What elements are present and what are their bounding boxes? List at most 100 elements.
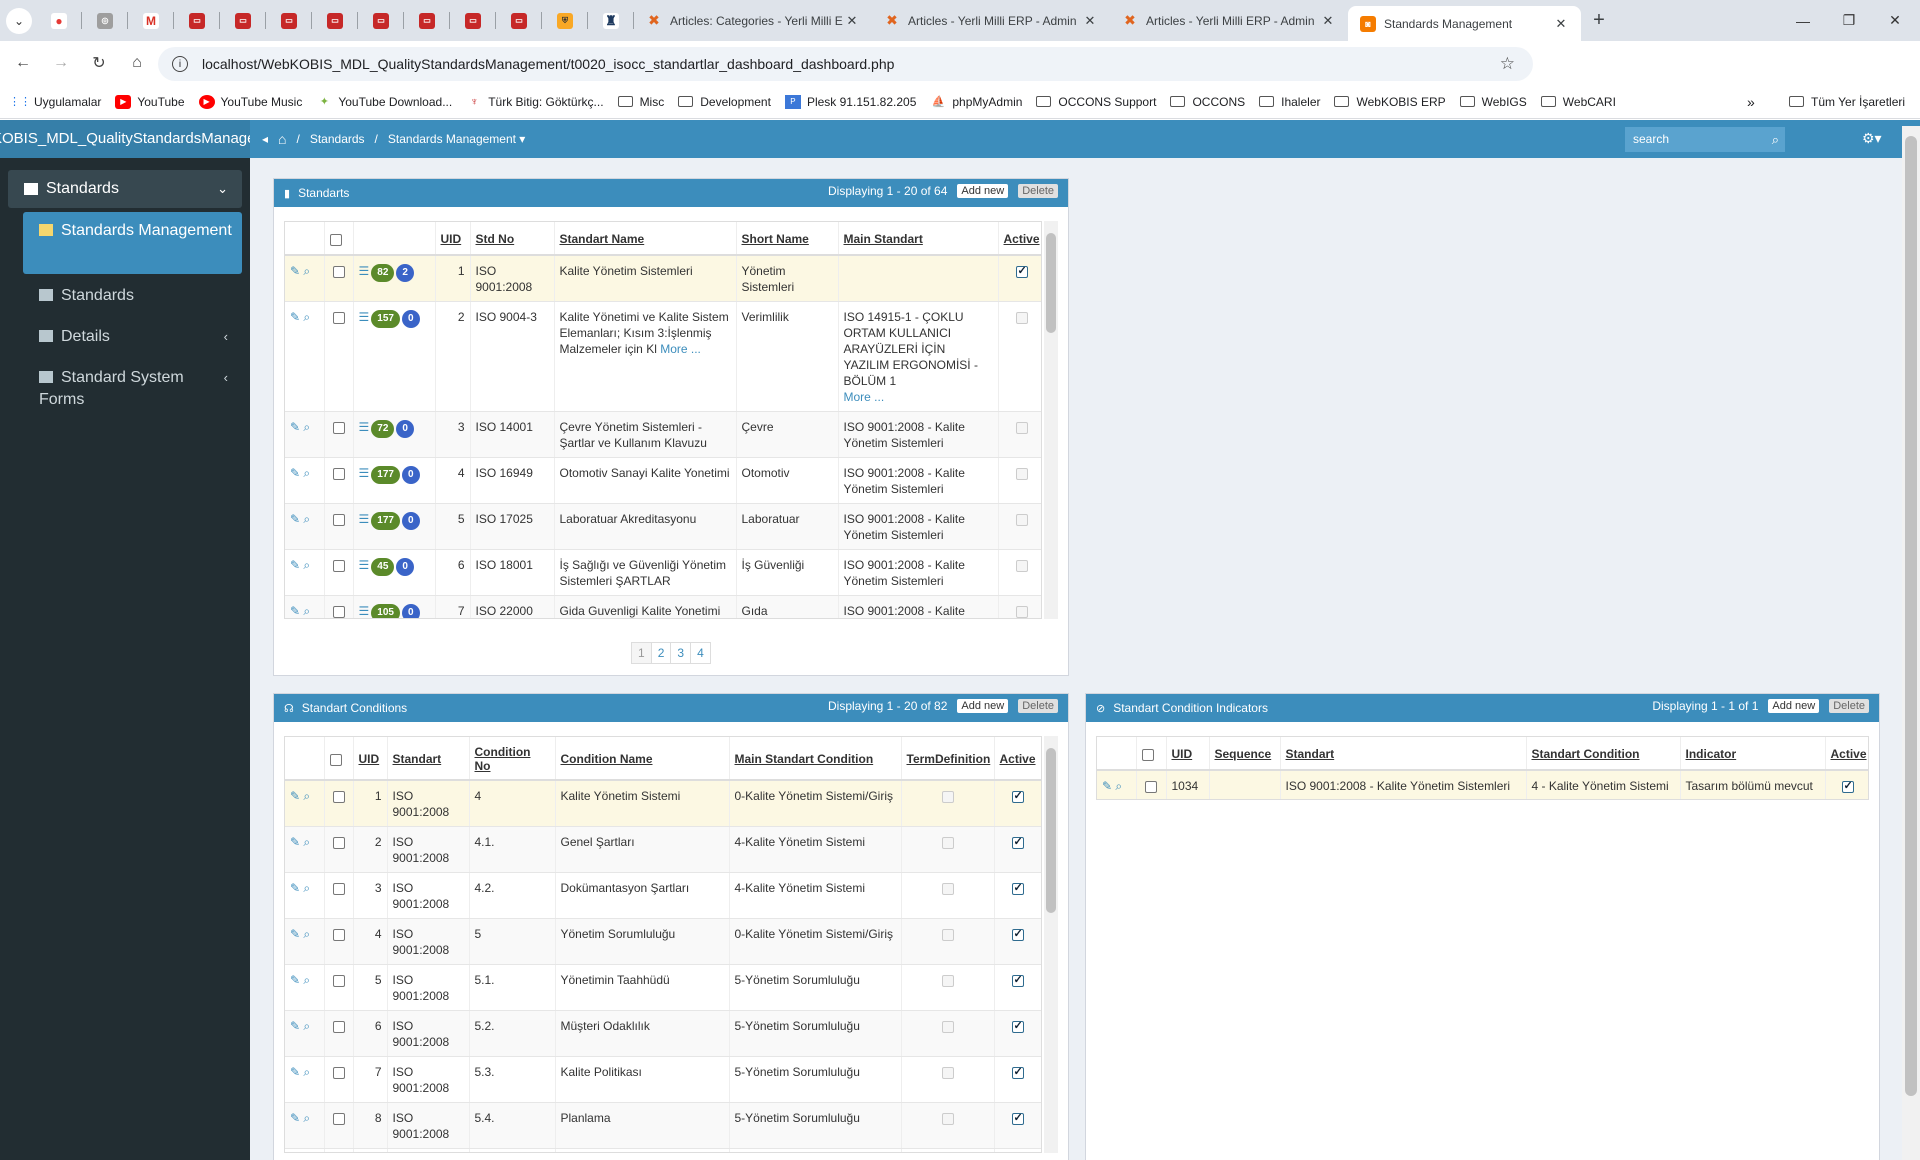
column-header[interactable]: Active xyxy=(998,222,1041,256)
url-bar[interactable]: i localhost/WebKOBIS_MDL_QualityStandard… xyxy=(158,47,1533,81)
list-icon[interactable]: ☰ xyxy=(359,264,370,278)
bookmark-folder-webcari[interactable]: WebCARI xyxy=(1540,95,1616,109)
column-header[interactable]: Condition Name xyxy=(555,737,730,781)
table-row[interactable]: ✎ ⌕ 6 ISO 9001:2008 5.2. Müşteri Odaklılık 5-… xyxy=(285,1010,1041,1057)
column-header[interactable]: Standart xyxy=(387,737,470,781)
page-link[interactable]: 3 xyxy=(670,642,692,664)
edit-pencil-icon[interactable]: ✎ xyxy=(290,466,300,480)
bookmark-folder-occons[interactable]: OCCONS xyxy=(1170,95,1245,109)
edit-pencil-icon[interactable]: ✎ xyxy=(1102,779,1112,793)
browser-tab[interactable]: ✖ Articles - Yerli Milli ERP - Admin ✕ xyxy=(1110,0,1348,41)
row-select-checkbox[interactable] xyxy=(332,513,345,526)
pinned-tab[interactable]: ▭ xyxy=(450,0,496,41)
delete-button[interactable]: Delete xyxy=(1829,699,1869,713)
column-header[interactable]: Std No xyxy=(470,222,555,256)
list-icon[interactable]: ☰ xyxy=(359,512,370,526)
edit-pencil-icon[interactable]: ✎ xyxy=(290,558,300,572)
home-icon[interactable]: ⌂ xyxy=(278,131,286,147)
list-icon[interactable]: ☰ xyxy=(359,604,370,618)
active-checkbox[interactable] xyxy=(1011,1110,1024,1126)
bookmark-youtube-music[interactable]: ▶ YouTube Music xyxy=(198,94,302,109)
row-select-checkbox[interactable] xyxy=(332,882,345,895)
search-icon[interactable]: ⌕ xyxy=(303,1111,310,1125)
reload-icon[interactable]: ↻ xyxy=(80,53,118,73)
select-all-checkbox[interactable] xyxy=(329,753,342,766)
table-row[interactable]: ✎ ⌕ 3 ISO 9001:2008 4.2. Dokümantasyon Şartl… xyxy=(285,872,1041,919)
count-badge-green[interactable]: 82 xyxy=(371,264,395,282)
close-icon[interactable]: ✕ xyxy=(844,13,860,29)
more-link[interactable]: More ... xyxy=(660,342,701,356)
column-header[interactable]: Standart xyxy=(1280,737,1527,771)
select-all-checkbox[interactable] xyxy=(1141,748,1154,761)
count-badge-blue[interactable]: 0 xyxy=(401,604,420,618)
column-header[interactable]: Indicator xyxy=(1680,737,1826,771)
sidebar-group-standards[interactable]: Standards ⌄ xyxy=(8,170,242,208)
search-icon[interactable]: ⌕ xyxy=(303,420,310,434)
search-icon[interactable]: ⌕ xyxy=(303,512,310,526)
page-link[interactable]: 1 xyxy=(631,642,652,664)
table-row[interactable]: ✎ ⌕ 2 ISO 9001:2008 4.1. Genel Şartları 4-Kal… xyxy=(285,826,1041,873)
table-row[interactable]: ✎ ⌕ ☰ 177 0 5 ISO 17025 Laboratuar Akreditasyo… xyxy=(285,503,1041,550)
edit-pencil-icon[interactable]: ✎ xyxy=(290,789,300,803)
bookmark-youtube-download[interactable]: ✦ YouTube Download... xyxy=(316,95,452,109)
column-header[interactable]: UID xyxy=(435,222,471,256)
close-icon[interactable]: ✕ xyxy=(1320,13,1336,29)
breadcrumb-standards[interactable]: Standards xyxy=(310,132,365,146)
add-new-button[interactable]: Add new xyxy=(957,699,1009,713)
gear-icon[interactable]: ⚙▾ xyxy=(1862,130,1882,147)
table-row[interactable]: ✎ ⌕ ☰ 105 0 7 ISO 22000 Gida Guvenligi Kalite … xyxy=(285,595,1041,618)
active-checkbox[interactable] xyxy=(1015,263,1028,279)
edit-pencil-icon[interactable]: ✎ xyxy=(290,835,300,849)
close-window-icon[interactable]: ✕ xyxy=(1872,0,1918,41)
row-select-checkbox[interactable] xyxy=(332,1066,345,1079)
browser-tab[interactable]: ✖ Articles - Yerli Milli ERP - Admin ✕ xyxy=(872,0,1110,41)
column-header[interactable]: Active xyxy=(994,737,1041,781)
page-link[interactable]: 4 xyxy=(690,642,711,664)
site-info-icon[interactable]: i xyxy=(172,56,188,72)
sidebar-item-standards-management[interactable]: Standards Management xyxy=(23,212,242,274)
bookmark-phpmyadmin[interactable]: ⛵ phpMyAdmin xyxy=(930,95,1023,109)
search-icon[interactable]: ⌕ xyxy=(303,881,310,895)
back-icon[interactable]: ← xyxy=(4,54,42,72)
count-badge-green[interactable]: 177 xyxy=(371,512,400,530)
row-select-checkbox[interactable] xyxy=(332,265,345,278)
browser-tab-active[interactable]: ◙ Standards Management ✕ xyxy=(1348,6,1581,41)
active-checkbox[interactable] xyxy=(1011,972,1024,988)
add-new-button[interactable]: Add new xyxy=(957,184,1009,198)
add-new-button[interactable]: Add new xyxy=(1768,699,1820,713)
table-row[interactable]: ✎ ⌕ 9ISO 9001:20085.4.1Kalite Hedefleri5.… xyxy=(285,1148,1041,1152)
active-checkbox[interactable] xyxy=(1011,1064,1024,1080)
search-icon[interactable]: ⌕ xyxy=(303,310,310,324)
home-icon[interactable]: ⌂ xyxy=(118,54,156,72)
column-header[interactable]: Active xyxy=(1825,737,1868,771)
row-select-checkbox[interactable] xyxy=(332,1020,345,1033)
scrollbar-thumb[interactable] xyxy=(1046,233,1056,333)
count-badge-blue[interactable]: 0 xyxy=(401,310,420,328)
row-select-checkbox[interactable] xyxy=(1145,780,1157,793)
row-select-checkbox[interactable] xyxy=(332,928,345,941)
active-checkbox[interactable] xyxy=(1011,788,1024,804)
active-checkbox[interactable] xyxy=(1011,1018,1024,1034)
delete-button[interactable]: Delete xyxy=(1018,699,1058,713)
pinned-tab[interactable]: ● xyxy=(36,0,82,41)
count-badge-green[interactable]: 45 xyxy=(371,558,395,576)
count-badge-blue[interactable]: 2 xyxy=(396,264,414,282)
sidebar-item-standards[interactable]: Standards xyxy=(23,285,242,307)
app-brand[interactable]: KOBIS_MDL_QualityStandardsManage xyxy=(0,120,250,158)
scrollbar-thumb[interactable] xyxy=(1046,748,1056,913)
column-header[interactable]: Condition No xyxy=(469,737,556,781)
table-row[interactable]: ✎ ⌕ ☰ 82 2 1 ISO 9001:2008 Kalite Yönetim Sist… xyxy=(285,255,1041,302)
pinned-tab[interactable]: ▭ xyxy=(404,0,450,41)
sidebar-item-details[interactable]: Details ‹ xyxy=(23,326,242,348)
search-icon[interactable]: ⌕ xyxy=(303,604,310,618)
column-header[interactable]: Standart Condition xyxy=(1526,737,1681,771)
active-checkbox[interactable] xyxy=(1011,926,1024,942)
edit-pencil-icon[interactable]: ✎ xyxy=(290,927,300,941)
count-badge-blue[interactable]: 0 xyxy=(396,420,414,438)
more-link[interactable]: More ... xyxy=(844,390,885,404)
active-checkbox[interactable] xyxy=(1841,778,1854,794)
tab-search-chevron-icon[interactable]: ⌄ xyxy=(6,7,32,34)
row-select-checkbox[interactable] xyxy=(332,421,345,434)
pinned-tab[interactable]: M xyxy=(128,0,174,41)
row-select-checkbox[interactable] xyxy=(332,467,345,480)
